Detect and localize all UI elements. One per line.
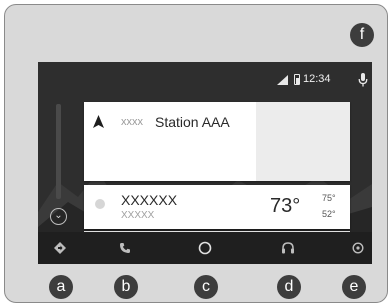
home-circle-icon [198,241,212,255]
battery-icon [294,74,300,85]
navigation-destination: Station AAA [155,114,230,130]
navigation-arrow-icon [93,115,104,128]
weather-temperature: 73° [270,195,301,217]
head-unit-device: 12:34 ⌄ xxxx Station AAA XXXXXX XXXXX 73… [4,4,388,303]
clock: 12:34 [303,73,331,85]
chevron-down-icon[interactable]: ⌄ [50,208,67,225]
navigation-card-map-area [256,102,350,181]
signal-icon [277,75,288,85]
nav-button-audio[interactable] [268,232,308,264]
android-auto-screen: 12:34 ⌄ xxxx Station AAA XXXXXX XXXXX 73… [38,62,372,264]
nav-button-phone[interactable] [105,232,145,264]
nav-button-home[interactable] [185,232,225,264]
weather-subtitle: XXXXX [121,210,155,221]
callout-c: c [194,275,218,299]
nav-button-navigation[interactable] [40,232,80,264]
phone-icon [120,243,130,253]
weather-high: 75° [322,193,336,203]
callout-d: d [277,275,301,299]
power-icon [352,242,364,254]
weather-low: 52° [322,209,336,219]
weather-card[interactable]: XXXXXX XXXXX 73° 75° 52° [84,185,350,229]
navigation-card[interactable]: xxxx Station AAA [84,102,350,181]
callout-a: a [49,275,73,299]
callout-e: e [342,275,366,299]
callout-b: b [114,275,138,299]
mic-icon[interactable] [358,72,368,88]
weather-dot-icon [95,199,105,209]
status-bar: 12:34 [38,72,372,88]
navigation-prefix: xxxx [121,116,143,128]
navigation-diamond-icon [54,242,66,254]
headphones-icon [282,242,294,254]
callout-f: f [350,23,374,47]
weather-place: XXXXXX [121,192,178,208]
bottom-nav-bar [38,232,372,264]
nav-button-exit[interactable] [338,232,372,264]
scroll-track[interactable] [56,104,61,199]
